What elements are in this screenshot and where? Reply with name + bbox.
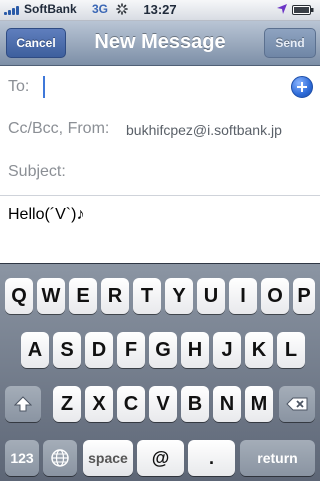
key-x[interactable]: X (85, 386, 113, 422)
return-key[interactable]: return (240, 440, 315, 476)
key-l[interactable]: L (277, 332, 305, 368)
add-contact-icon[interactable] (291, 76, 313, 98)
key-d[interactable]: D (85, 332, 113, 368)
status-bar: SoftBank 3G 13:27 (0, 0, 320, 21)
key-p[interactable]: P (293, 278, 315, 314)
from-email-value: bukhifcpez@i.softbank.jp (126, 122, 282, 138)
key-u[interactable]: U (197, 278, 225, 314)
key-s[interactable]: S (53, 332, 81, 368)
key-z[interactable]: Z (53, 386, 81, 422)
location-arrow-icon (277, 4, 287, 14)
shift-key[interactable] (5, 386, 41, 422)
delete-key[interactable] (279, 386, 315, 422)
shift-icon (14, 396, 32, 412)
globe-key[interactable] (43, 440, 77, 476)
key-f[interactable]: F (117, 332, 145, 368)
delete-icon (286, 397, 308, 411)
ccbcc-from-label: Cc/Bcc, From: (8, 120, 110, 137)
to-label: To: (8, 78, 30, 95)
message-body[interactable]: Hello(´V`)♪ (8, 206, 84, 224)
key-r[interactable]: R (101, 278, 129, 314)
key-q[interactable]: Q (5, 278, 33, 314)
onscreen-keyboard: Q W E R T Y U I O P A S D F G H J K L Z … (0, 263, 320, 481)
numbers-key[interactable]: 123 (5, 440, 39, 476)
key-y[interactable]: Y (165, 278, 193, 314)
at-key[interactable]: @ (137, 440, 184, 476)
key-k[interactable]: K (245, 332, 273, 368)
subject-field[interactable]: Subject: (0, 151, 320, 196)
space-key[interactable]: space (83, 440, 133, 476)
key-w[interactable]: W (37, 278, 65, 314)
key-t[interactable]: T (133, 278, 161, 314)
key-i[interactable]: I (229, 278, 257, 314)
key-o[interactable]: O (261, 278, 289, 314)
globe-icon (51, 449, 69, 467)
key-g[interactable]: G (149, 332, 177, 368)
battery-icon (292, 5, 314, 15)
clock: 13:27 (143, 2, 177, 17)
key-a[interactable]: A (21, 332, 49, 368)
text-cursor (43, 76, 45, 98)
navigation-bar: Cancel New Message Send (0, 21, 320, 66)
dot-key[interactable]: . (188, 440, 235, 476)
key-n[interactable]: N (213, 386, 241, 422)
key-v[interactable]: V (149, 386, 177, 422)
key-c[interactable]: C (117, 386, 145, 422)
key-m[interactable]: M (245, 386, 273, 422)
key-h[interactable]: H (181, 332, 209, 368)
ccbcc-from-field[interactable]: Cc/Bcc, From: bukhifcpez@i.softbank.jp (0, 108, 320, 153)
key-j[interactable]: J (213, 332, 241, 368)
subject-label: Subject: (8, 163, 66, 180)
send-button[interactable]: Send (264, 28, 316, 58)
to-field[interactable]: To: (0, 66, 320, 111)
key-e[interactable]: E (69, 278, 97, 314)
key-b[interactable]: B (181, 386, 209, 422)
